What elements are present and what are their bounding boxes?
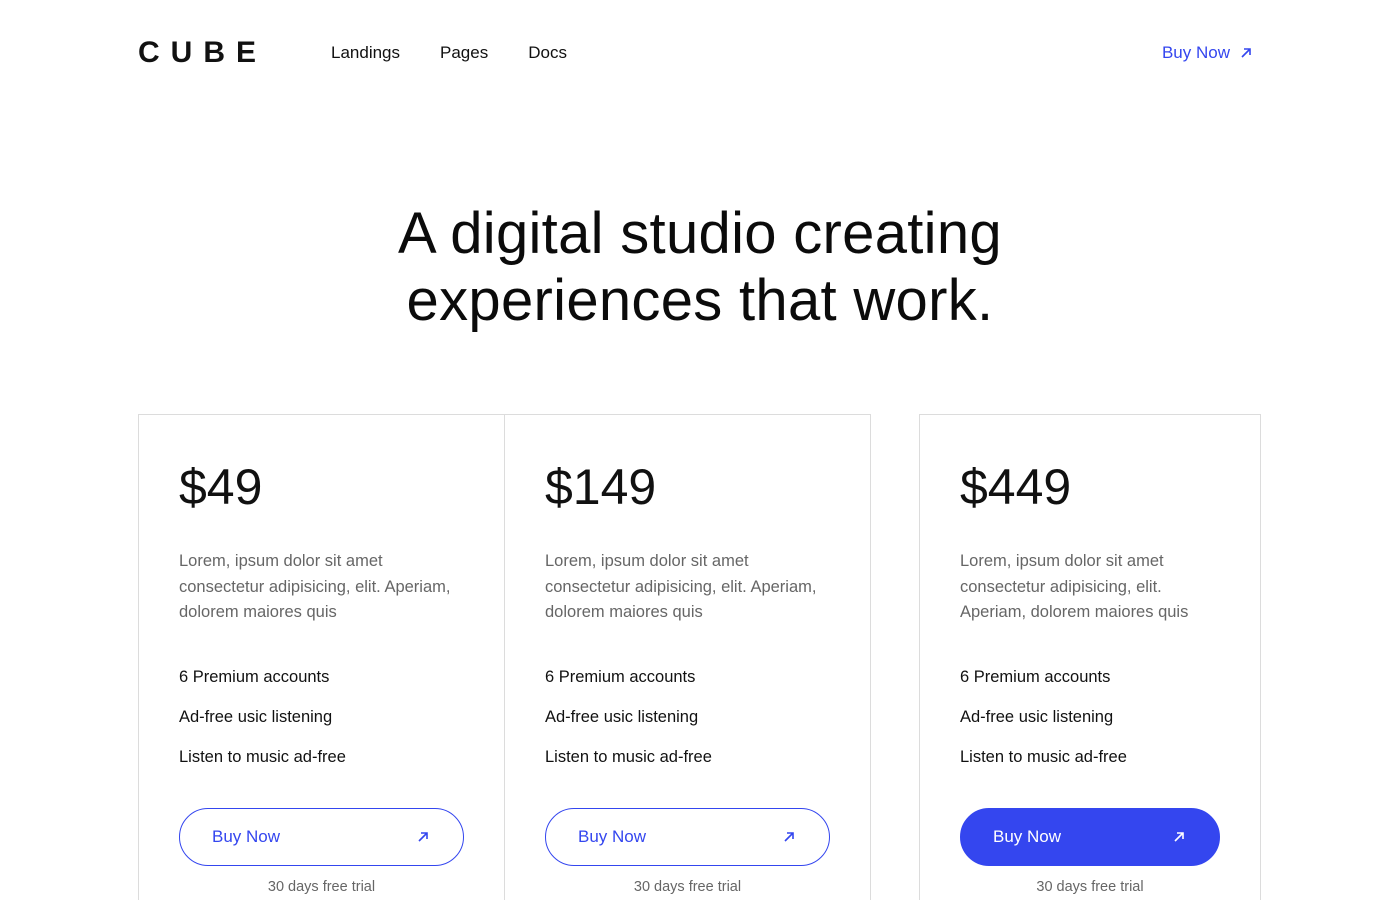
- logo[interactable]: CUBE: [138, 35, 267, 71]
- header-buy-now-button[interactable]: Buy Now: [1162, 41, 1252, 65]
- arrow-up-right-icon: [1240, 47, 1252, 59]
- feature-item: 6 Premium accounts: [960, 668, 1111, 686]
- feature-item: Ad-free usic listening: [179, 708, 333, 726]
- arrow-up-right-icon: [417, 831, 429, 843]
- pricing-card-premium: $449 Lorem, ipsum dolor sit amet consect…: [919, 414, 1261, 900]
- buy-now-button[interactable]: Buy Now: [179, 808, 464, 866]
- nav-link-landings[interactable]: Landings: [331, 41, 400, 65]
- main-nav: Landings Pages Docs: [331, 41, 567, 65]
- feature-item: Ad-free usic listening: [545, 708, 699, 726]
- trial-note: 30 days free trial: [633, 879, 742, 895]
- plan-description: Lorem, ipsum dolor sit amet consectetur …: [545, 552, 817, 621]
- plan-price: $149: [545, 459, 657, 515]
- plan-features: 6 Premium accounts Ad-free usic listenin…: [179, 665, 346, 785]
- site-header: CUBE Landings Pages Docs Buy Now: [0, 0, 1400, 106]
- page: CUBE Landings Pages Docs Buy Now A digit…: [0, 0, 1400, 900]
- trial-note: 30 days free trial: [1036, 879, 1144, 895]
- nav-link-docs[interactable]: Docs: [528, 41, 567, 65]
- plan-features: 6 Premium accounts Ad-free usic listenin…: [960, 665, 1127, 785]
- plan-description: Lorem, ipsum dolor sit amet consectetur …: [960, 552, 1189, 621]
- header-buy-now-label: Buy Now: [1161, 43, 1230, 62]
- plan-features: 6 Premium accounts Ad-free usic listenin…: [545, 665, 712, 785]
- plan-price: $449: [960, 459, 1072, 515]
- buy-now-button[interactable]: Buy Now: [545, 808, 830, 866]
- feature-item: Listen to music ad-free: [545, 748, 712, 766]
- plan-description: Lorem, ipsum dolor sit amet consectetur …: [179, 552, 451, 621]
- feature-item: Listen to music ad-free: [179, 748, 346, 766]
- hero-line-1: A digital studio creating: [398, 201, 1002, 266]
- hero-line-2: experiences that work.: [406, 268, 994, 333]
- buy-now-label: Buy Now: [993, 827, 1062, 846]
- arrow-up-right-icon: [1173, 831, 1185, 843]
- feature-item: 6 Premium accounts: [545, 668, 696, 686]
- arrow-up-right-icon: [783, 831, 795, 843]
- hero-heading: A digital studio creating experiences th…: [0, 200, 1400, 334]
- feature-item: Ad-free usic listening: [960, 708, 1114, 726]
- feature-item: 6 Premium accounts: [179, 668, 330, 686]
- buy-now-label: Buy Now: [212, 827, 281, 846]
- plan-price: $49: [179, 459, 263, 515]
- feature-item: Listen to music ad-free: [960, 748, 1127, 766]
- trial-note: 30 days free trial: [267, 879, 376, 895]
- buy-now-button-primary[interactable]: Buy Now: [960, 808, 1220, 866]
- buy-now-label: Buy Now: [578, 827, 647, 846]
- nav-link-pages[interactable]: Pages: [440, 41, 488, 65]
- pricing-card-basic: $49 Lorem, ipsum dolor sit amet consecte…: [138, 414, 505, 900]
- pricing-card-standard: $149 Lorem, ipsum dolor sit amet consect…: [504, 414, 871, 900]
